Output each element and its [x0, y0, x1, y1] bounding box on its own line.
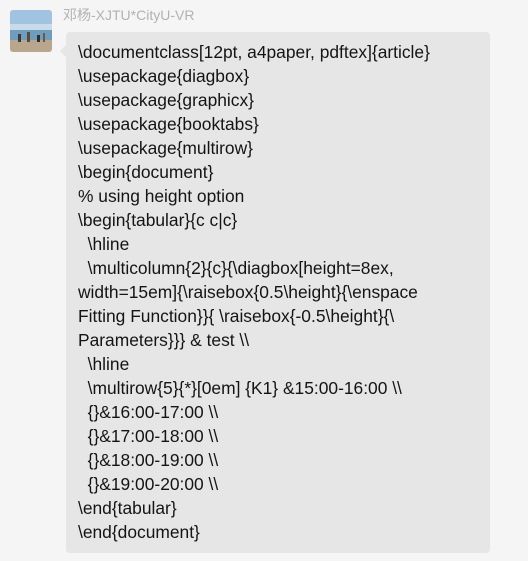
message-line: \usepackage{booktabs}: [78, 114, 259, 134]
message-line: {}&19:00-20:00 \\: [78, 474, 219, 494]
message-line: \documentclass[12pt, a4paper, pdftex]{ar…: [78, 42, 430, 62]
message-line: \begin{document}: [78, 162, 214, 182]
message-line: \multicolumn{2}{c}{\diagbox[height=8ex,: [78, 258, 394, 278]
message-line: \end{document}: [78, 522, 200, 542]
message-line: % using height option: [78, 186, 245, 206]
message-line: width=15em]{\raisebox{0.5\height}{\enspa…: [78, 282, 418, 302]
sender-name: 邓杨-XJTU*CityU-VR: [63, 7, 195, 23]
message-line: \hline: [78, 234, 130, 254]
message-line: {}&16:00-17:00 \\: [78, 402, 219, 422]
message-line: \usepackage{diagbox}: [78, 66, 250, 86]
avatar-beach-photo-icon: [10, 10, 52, 52]
message-line: Parameters}}} & test \\: [78, 330, 250, 350]
message-bubble[interactable]: \documentclass[12pt, a4paper, pdftex]{ar…: [60, 32, 490, 553]
message-line: \multirow{5}{*}[0em] {K1} &15:00-16:00 \…: [78, 378, 402, 398]
message-line: \end{tabular}: [78, 498, 177, 518]
message-line: Fitting Function}}{ \raisebox{-0.5\heigh…: [78, 306, 395, 326]
message-line: \hline: [78, 354, 130, 374]
sender-avatar[interactable]: [10, 10, 52, 52]
message-line: {}&17:00-18:00 \\: [78, 426, 219, 446]
message-line: \usepackage{multirow}: [78, 138, 253, 158]
message-line: \usepackage{graphicx}: [78, 90, 254, 110]
message-line: \begin{tabular}{c c|c}: [78, 210, 238, 230]
message-line: {}&18:00-19:00 \\: [78, 450, 219, 470]
